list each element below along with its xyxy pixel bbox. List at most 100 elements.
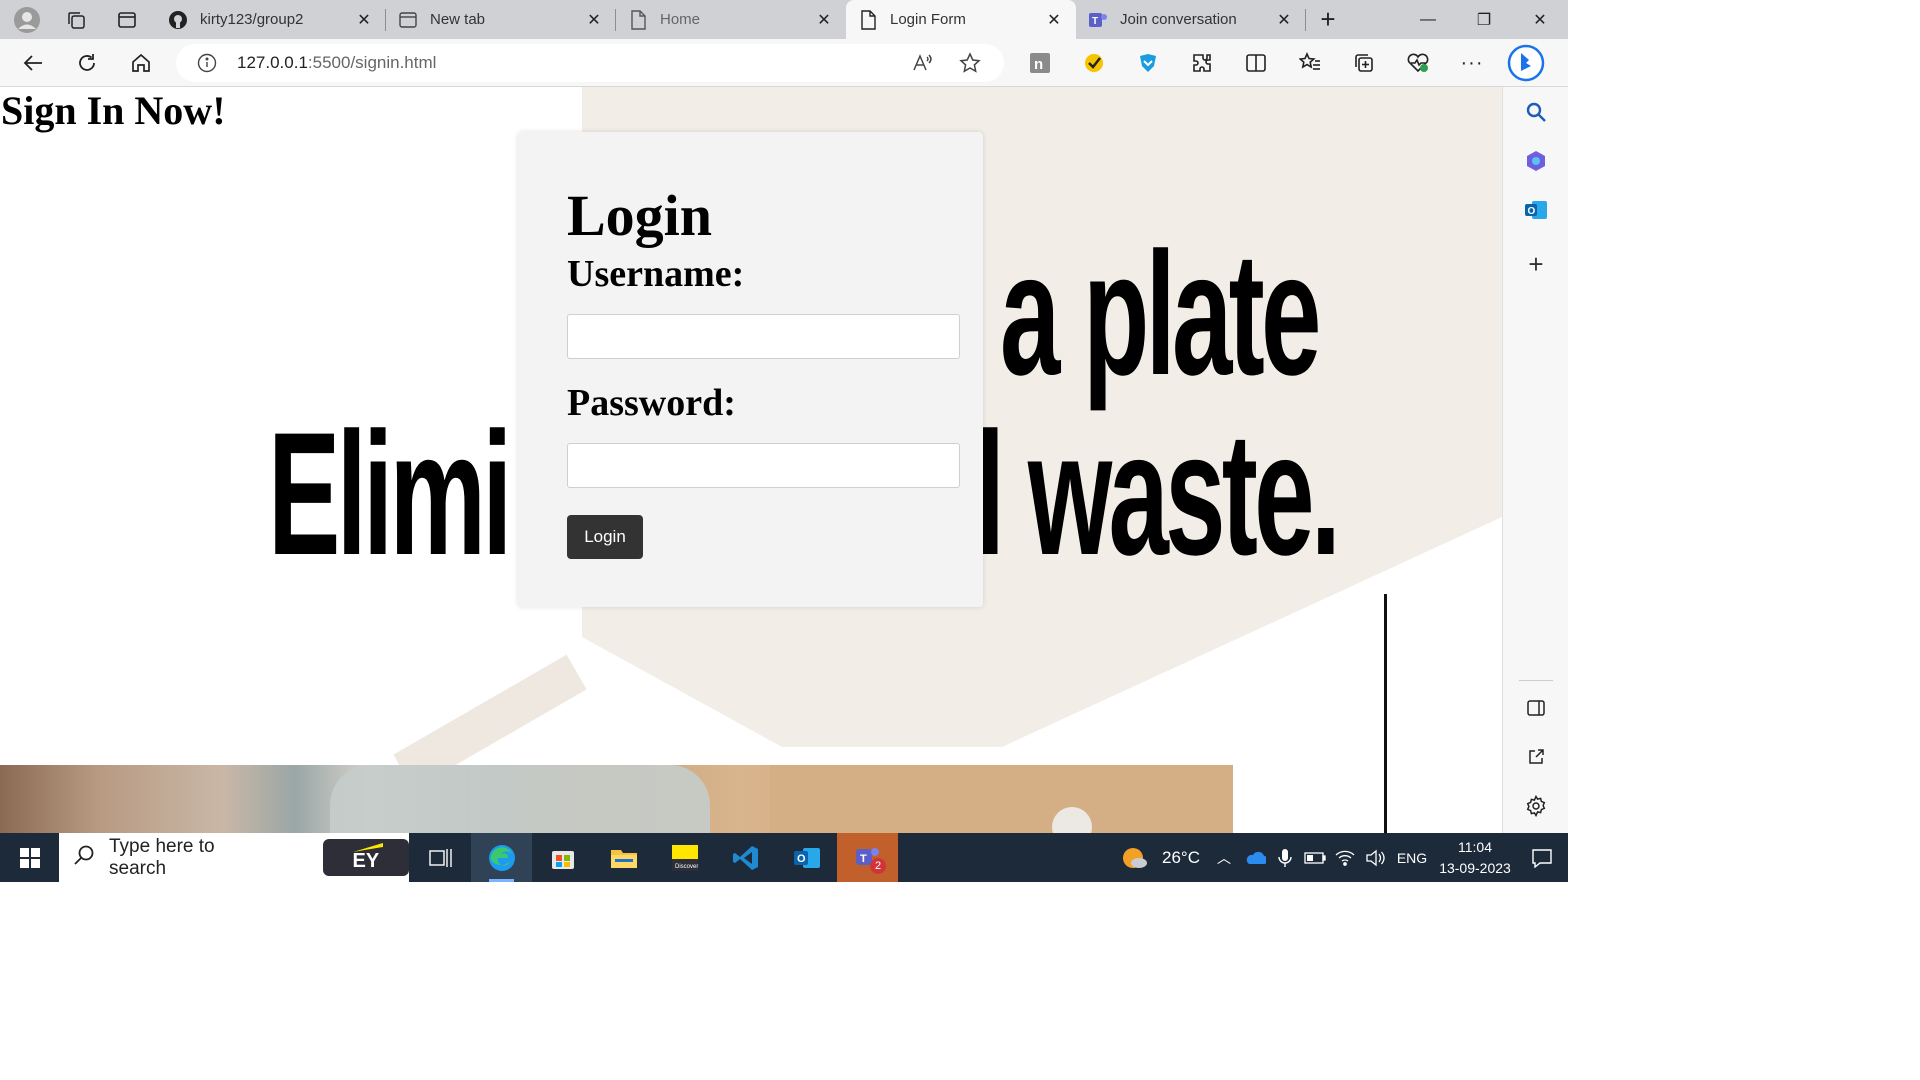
search-icon: [73, 844, 95, 871]
sidebar-search-icon[interactable]: [1503, 90, 1569, 134]
close-icon[interactable]: ✕: [584, 10, 604, 30]
collections-icon[interactable]: [1337, 39, 1391, 87]
search-placeholder: Type here to search: [109, 835, 215, 879]
form-title: Login: [567, 183, 713, 248]
sidebar-outlook-icon[interactable]: O: [1503, 188, 1569, 232]
favorites-icon[interactable]: [1283, 39, 1337, 87]
tab-new-tab[interactable]: New tab ✕: [386, 0, 616, 39]
svg-text:n: n: [1034, 56, 1043, 73]
tab-join-conversation[interactable]: T Join conversation ✕: [1076, 0, 1306, 39]
task-view-icon[interactable]: [410, 833, 471, 882]
workspaces-icon[interactable]: [54, 0, 98, 39]
tab-title: New tab: [430, 11, 486, 28]
page-title: Sign In Now!: [1, 88, 226, 133]
hero-text-line2-left: Elimi: [268, 397, 512, 592]
refresh-icon[interactable]: [60, 39, 114, 87]
teams-taskbar-icon[interactable]: T 2: [837, 833, 898, 882]
sidebar-copilot-icon[interactable]: [1503, 139, 1569, 183]
home-icon[interactable]: [114, 39, 168, 87]
site-info-icon[interactable]: [196, 52, 218, 74]
more-options-icon[interactable]: ···: [1445, 39, 1499, 87]
show-hidden-icons-icon[interactable]: ︿: [1208, 833, 1240, 882]
close-icon[interactable]: ✕: [1274, 10, 1294, 30]
decorative-line: [1384, 594, 1387, 833]
restore-icon[interactable]: ❐: [1456, 0, 1512, 39]
login-form: Login Username: Password: Login: [518, 132, 983, 607]
wifi-icon[interactable]: [1330, 833, 1360, 882]
sidebar-open-external-icon[interactable]: [1503, 735, 1569, 779]
file-explorer-icon[interactable]: [593, 833, 654, 882]
windows-taskbar: Type here to search EY Discover O T 2 26…: [0, 833, 1568, 882]
extensions-icon[interactable]: [1175, 39, 1229, 87]
tab-title: kirty123/group2: [200, 11, 304, 28]
vertical-tabs-icon[interactable]: [98, 0, 156, 39]
tab-login-form[interactable]: Login Form ✕: [846, 0, 1076, 39]
notion-extension-icon[interactable]: n: [1013, 39, 1067, 87]
tab-github[interactable]: kirty123/group2 ✕: [156, 0, 386, 39]
vscode-icon[interactable]: [715, 833, 776, 882]
svg-text:Discover: Discover: [675, 864, 698, 870]
newtab-icon: [398, 10, 418, 30]
password-label: Password:: [567, 382, 736, 424]
favorite-star-icon[interactable]: [946, 44, 994, 82]
svg-text:O: O: [797, 853, 806, 865]
input-language[interactable]: ENG: [1390, 833, 1434, 882]
ey-logo-icon[interactable]: EY: [322, 839, 409, 876]
username-input[interactable]: [567, 314, 960, 359]
browser-essentials-icon[interactable]: [1391, 39, 1445, 87]
system-clock[interactable]: 11:04 13-09-2023: [1434, 833, 1516, 882]
clock-date: 13-09-2023: [1439, 859, 1511, 876]
read-aloud-icon[interactable]: [898, 44, 946, 82]
outlook-taskbar-icon[interactable]: O: [776, 833, 837, 882]
microphone-icon[interactable]: [1270, 833, 1300, 882]
tab-title: Join conversation: [1120, 11, 1237, 28]
tab-strip: kirty123/group2 ✕ New tab ✕ Home ✕ Login…: [0, 0, 1568, 39]
svg-text:O: O: [1528, 206, 1536, 217]
volume-icon[interactable]: [1360, 833, 1390, 882]
taskbar-search-box[interactable]: Type here to search EY: [59, 833, 409, 882]
edge-taskbar-icon[interactable]: [471, 833, 532, 882]
sidebar-settings-icon[interactable]: [1503, 784, 1569, 828]
window-close-icon[interactable]: ✕: [1512, 0, 1568, 39]
norton-extension-icon[interactable]: [1067, 39, 1121, 87]
shield-extension-icon[interactable]: [1121, 39, 1175, 87]
notification-center-icon[interactable]: [1516, 833, 1568, 882]
svg-text:T: T: [1092, 16, 1098, 27]
teams-icon: T: [1088, 10, 1108, 30]
teams-notification-badge: 2: [870, 858, 886, 874]
url-text[interactable]: 127.0.0.1:5500/signin.html: [237, 53, 436, 73]
close-icon[interactable]: ✕: [814, 10, 834, 30]
microsoft-store-icon[interactable]: [532, 833, 593, 882]
tab-home[interactable]: Home ✕: [616, 0, 846, 39]
address-bar[interactable]: 127.0.0.1:5500/signin.html: [176, 44, 1004, 82]
back-icon[interactable]: [6, 39, 60, 87]
ey-discover-icon[interactable]: Discover: [654, 833, 715, 882]
copilot-icon[interactable]: [1499, 39, 1553, 87]
weather-icon[interactable]: [1116, 833, 1154, 882]
github-icon: [168, 10, 188, 30]
password-input[interactable]: [567, 443, 960, 488]
battery-icon[interactable]: [1300, 833, 1330, 882]
login-button[interactable]: Login: [567, 515, 643, 559]
close-icon[interactable]: ✕: [354, 10, 374, 30]
clock-time: 11:04: [1458, 838, 1492, 855]
hero-text-line2-right: l waste.: [975, 397, 1341, 592]
edge-sidebar: O +: [1502, 87, 1568, 833]
browser-toolbar: 127.0.0.1:5500/signin.html n ···: [0, 39, 1568, 87]
onedrive-icon[interactable]: [1240, 833, 1270, 882]
sidebar-hide-icon[interactable]: [1503, 686, 1569, 730]
close-icon[interactable]: ✕: [1044, 10, 1064, 30]
tab-title: Home: [660, 11, 701, 28]
page-viewport: a plate Elimi l waste. Sign In Now! Logi…: [0, 87, 1502, 833]
weather-temperature[interactable]: 26°C: [1154, 833, 1208, 882]
svg-text:T: T: [860, 853, 867, 865]
hero-photo: [0, 765, 1233, 833]
page-icon: [858, 9, 878, 30]
sidebar-add-icon[interactable]: +: [1503, 242, 1569, 286]
split-screen-icon[interactable]: [1229, 39, 1283, 87]
minimize-icon[interactable]: —: [1400, 0, 1456, 39]
new-tab-button[interactable]: +: [1306, 0, 1350, 39]
profile-avatar-icon[interactable]: [0, 0, 54, 39]
tab-title: Login Form: [890, 11, 966, 28]
windows-start-icon[interactable]: [0, 833, 59, 882]
